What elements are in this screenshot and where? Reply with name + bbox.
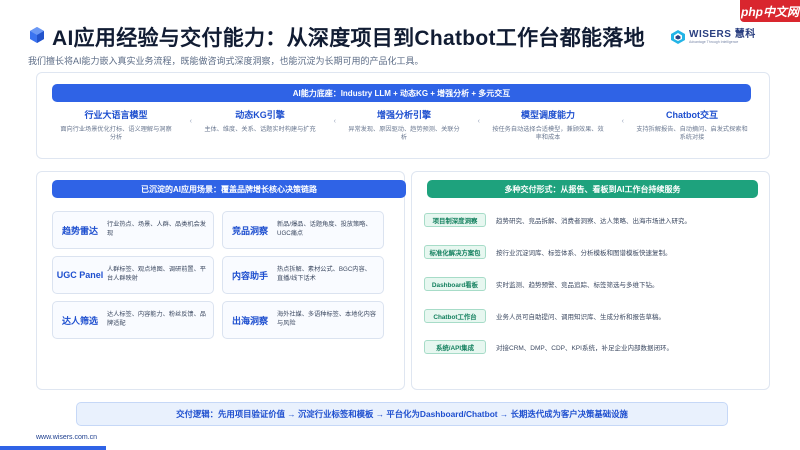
delivery-row: 系统/API集成 对接CRM、DMP、CDP、KPI系统，补足企业内部数据闭环。: [424, 339, 764, 355]
delivery-tag: Chatbot工作台: [424, 309, 486, 323]
capability-item: Chatbot交互 支持拆解报告、自动摘问、启发式探索和系统对接: [620, 108, 764, 154]
footer-url[interactable]: www.wisers.com.cn: [36, 434, 97, 441]
scenario-card: 达人筛选 达人标签、内容能力、粉丝反馈、品牌适配: [52, 301, 214, 339]
scenario-card: 竞品洞察 新品/爆品、话题角度、投放策略、UGC痛点: [222, 211, 384, 249]
capability-item: 模型调度能力 按任务自动选择合适模型，兼顾效果、效率和成本 ‹: [476, 108, 624, 154]
delivery-row: 标准化解决方案包 按行业沉淀词库、标签体系、分析模板和图谱模板快速复制。: [424, 244, 764, 260]
scenario-card: 出海洞察 海外社媒、多语种标签、本地化内容与风险: [222, 301, 384, 339]
delivery-row: Chatbot工作台 业务人员可自助提问、调用知识库、生成分析和报告草稿。: [424, 308, 764, 324]
capability-desc: 按任务自动选择合适模型，兼顾效果、效率和成本: [492, 126, 604, 142]
capability-title: 行业大语言模型: [84, 110, 148, 120]
delivery-logic-bar: 交付逻辑：先用项目验证价值 → 沉淀行业标签和模板 → 平台化为Dashboar…: [76, 402, 728, 426]
delivery-desc: 业务人员可自助提问、调用知识库、生成分析和报告草稿。: [496, 314, 665, 321]
capability-item: 行业大语言模型 面向行业场景优化打标、语义理解与洞察分析 ‹: [44, 108, 192, 154]
scenario-desc: 热点拆解、素材公式、BGC内容、直播/线下话术: [277, 266, 371, 282]
delivery-desc: 按行业沉淀词库、标签体系、分析模板和图谱模板快速复制。: [496, 250, 672, 257]
brand-name: WISERS 慧科: [689, 28, 756, 40]
capability-title: 模型调度能力: [520, 110, 575, 120]
delivery-row: Dashboard看板 实时监测、趋势预警、竞品追踪、标签筛选与多维下钻。: [424, 276, 764, 292]
delivery-desc: 对接CRM、DMP、CDP、KPI系统，补足企业内部数据闭环。: [496, 345, 673, 352]
scenario-title: 达人筛选: [61, 315, 98, 326]
capability-title: 动态KG引擎: [235, 110, 285, 120]
scenario-title: 趋势雷达: [61, 225, 98, 236]
delivery-tag: 标准化解决方案包: [424, 245, 486, 259]
capability-item: 动态KG引擎 主体、维度、关系、话题实时构建与扩充 ‹: [188, 108, 336, 154]
capability-desc: 支持拆解报告、自动摘问、启发式探索和系统对接: [636, 126, 748, 142]
capability-desc: 面向行业场景优化打标、语义理解与洞察分析: [60, 126, 172, 142]
scenario-card: 趋势雷达 行业热点、场景、人群、品类机会发现: [52, 211, 214, 249]
page-subtitle: 我们擅长将AI能力嵌入真实业务流程，既能做咨询式深度洞察，也能沉淀为长期可用的产…: [28, 56, 424, 66]
scenario-desc: 达人标签、内容能力、粉丝反馈、品牌适配: [107, 311, 206, 327]
brand-tagline: Advantage Through Intelligence: [689, 39, 739, 44]
scenario-card: 内容助手 热点拆解、素材公式、BGC内容、直播/线下话术: [222, 256, 384, 294]
footer-accent-bar: [0, 446, 106, 450]
scenario-card: UGC Panel 人群标签、观点地图、调研前置、平台人群映射: [52, 256, 214, 294]
capability-desc: 主体、维度、关系、话题实时构建与扩充: [204, 126, 316, 133]
capability-list: 行业大语言模型 面向行业场景优化打标、语义理解与洞察分析 ‹ 动态KG引擎 主体…: [44, 108, 764, 154]
scenario-desc: 行业热点、场景、人群、品类机会发现: [107, 221, 206, 237]
scenario-title: 出海洞察: [231, 315, 268, 326]
delivery-row: 项目制深度洞察 趋势研究、竞品拆解、消费者洞察、达人策略、出海市场进入研究。: [424, 212, 764, 228]
wisers-logo-icon: [671, 30, 685, 44]
scenario-title: 内容助手: [231, 270, 268, 281]
delivery-tag: 项目制深度洞察: [424, 213, 486, 227]
capability-title: 增强分析引擎: [376, 110, 431, 120]
scenario-title: 竞品洞察: [231, 225, 268, 236]
scenario-desc: 人群标签、观点地图、调研前置、平台人群映射: [107, 266, 206, 282]
scenario-desc: 海外社媒、多语种标签、本地化内容与风险: [277, 311, 376, 327]
blue-cube-icon: [30, 27, 44, 43]
brand-logo: WISERS 慧科 Advantage Through Intelligence: [670, 26, 756, 48]
delivery-desc: 趋势研究、竞品拆解、消费者洞察、达人策略、出海市场进入研究。: [496, 218, 691, 225]
delivery-tag: Dashboard看板: [424, 277, 486, 291]
scenario-desc: 新品/爆品、话题角度、投放策略、UGC痛点: [277, 221, 372, 237]
capability-banner: AI能力底座：Industry LLM + 动态KG + 增强分析 + 多元交互: [52, 84, 751, 102]
capability-title: Chatbot交互: [666, 110, 718, 120]
site-watermark: php中文网: [740, 0, 800, 22]
scenario-heading: 已沉淀的AI应用场景：覆盖品牌增长核心决策链路: [52, 180, 406, 198]
delivery-tag: 系统/API集成: [424, 340, 486, 354]
capability-item: 增强分析引擎 异常发现、原因驱动、趋势预测、关联分析 ‹: [332, 108, 480, 154]
capability-desc: 异常发现、原因驱动、趋势预测、关联分析: [348, 126, 460, 142]
scenario-title: UGC Panel: [56, 270, 104, 280]
page-title: AI应用经验与交付能力：从深度项目到Chatbot工作台都能落地: [52, 27, 645, 50]
delivery-heading: 多种交付形式：从报告、看板到AI工作台持续服务: [427, 180, 758, 198]
delivery-desc: 实时监测、趋势预警、竞品追踪、标签筛选与多维下钻。: [496, 282, 659, 289]
